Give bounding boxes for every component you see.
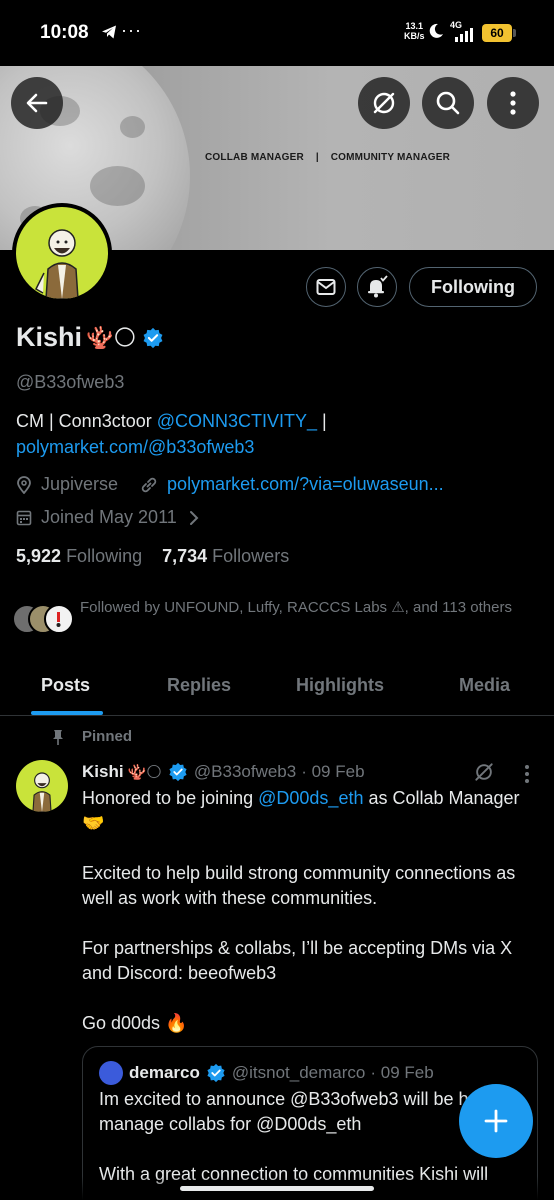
- verified-badge-icon: [169, 762, 187, 782]
- profile-stats: 5,922 Following 7,734 Followers: [16, 546, 289, 567]
- tab-replies[interactable]: Replies: [167, 675, 231, 696]
- verified-badge-icon: [207, 1063, 225, 1083]
- message-button[interactable]: [306, 267, 346, 307]
- following-count-link[interactable]: 5,922 Following: [16, 546, 142, 567]
- notifications-button[interactable]: [357, 267, 397, 307]
- profile-avatar[interactable]: [12, 203, 112, 303]
- followers-count-link[interactable]: 7,734 Followers: [162, 546, 289, 567]
- back-button[interactable]: [11, 77, 63, 129]
- net-speed: 13.1 KB/s: [404, 21, 425, 41]
- tab-media[interactable]: Media: [459, 675, 510, 696]
- profile-joined-row[interactable]: Joined May 2011: [16, 507, 199, 528]
- more-vertical-icon: [510, 91, 516, 115]
- quoted-author-name: demarco: [129, 1063, 200, 1082]
- more-options-button[interactable]: [487, 77, 539, 129]
- bio-website-link[interactable]: polymarket.com/@b33ofweb3: [16, 437, 254, 457]
- active-tab-indicator: [31, 711, 103, 715]
- search-button[interactable]: [422, 77, 474, 129]
- verified-badge-icon: [143, 327, 163, 348]
- post-body: Honored to be joining @D00ds_eth as Coll…: [82, 788, 520, 1033]
- mail-icon: [316, 279, 336, 295]
- follower-avatar-3: [44, 604, 74, 634]
- telegram-icon: [102, 25, 116, 39]
- signal-icon: [455, 28, 473, 42]
- bell-check-icon: [368, 275, 388, 298]
- profile-location: Jupiverse: [41, 474, 119, 494]
- post-author-name[interactable]: Kishi: [82, 762, 124, 782]
- followed-by-text[interactable]: Followed by UNFOUND, Luffy, RACCCS Labs …: [80, 597, 520, 619]
- pinned-label: Pinned: [82, 728, 133, 745]
- arrow-left-icon: [26, 93, 48, 113]
- battery-indicator: 60: [482, 24, 516, 42]
- post-header: Kishi 🪸🌕 @B33ofweb3 · 09 Feb: [82, 762, 365, 782]
- tab-posts[interactable]: Posts: [41, 675, 90, 696]
- quoted-post-time: · 09 Feb: [370, 1063, 434, 1082]
- profile-handle: @B33ofweb3: [16, 372, 125, 392]
- profile-tabs: Posts Replies Highlights Media: [0, 660, 554, 716]
- profile-meta-location-row: Jupiverse polymarket.com/?via=oluwaseun.…: [16, 474, 444, 495]
- bio-mention-link[interactable]: @CONN3CTIVITY_: [157, 411, 317, 431]
- link-icon: [141, 477, 157, 492]
- calendar-icon: [16, 510, 32, 526]
- grok-icon[interactable]: [472, 760, 496, 784]
- quoted-author-avatar: [99, 1061, 123, 1085]
- location-pin-icon: [17, 475, 31, 494]
- chevron-right-icon: [189, 510, 199, 525]
- status-more-icon: ···: [121, 20, 142, 40]
- do-not-disturb-icon: [429, 23, 443, 38]
- profile-name: Kishi 🪸🌕: [16, 322, 164, 353]
- tab-highlights[interactable]: Highlights: [296, 675, 384, 696]
- grok-button[interactable]: [358, 77, 410, 129]
- name-emojis: 🪸🌕: [86, 324, 137, 350]
- avatar-illustration: [35, 229, 79, 299]
- grok-icon: [373, 92, 395, 114]
- post-time: · 09 Feb: [301, 762, 365, 781]
- profile-website-link[interactable]: polymarket.com/?via=oluwaseun...: [167, 474, 444, 495]
- pin-icon: [53, 730, 63, 745]
- compose-post-button[interactable]: [459, 1084, 533, 1158]
- post-author-avatar[interactable]: [16, 760, 68, 812]
- following-button[interactable]: Following: [409, 267, 537, 307]
- post-more-icon[interactable]: [523, 764, 531, 784]
- quoted-author-handle: @itsnot_demarco: [231, 1063, 366, 1082]
- profile-bio: CM | Conn3ctoor @CONN3CTIVITY_ | polymar…: [16, 411, 327, 457]
- search-icon: [436, 91, 460, 115]
- home-indicator[interactable]: [180, 1186, 374, 1191]
- post-name-emojis: 🪸🌕: [127, 764, 162, 781]
- plus-icon: [484, 1109, 508, 1133]
- post-mention-link[interactable]: @D00ds_eth: [258, 788, 363, 808]
- quoted-post-header: demarco @itsnot_demarco · 09 Feb: [99, 1061, 434, 1085]
- banner-text: COLLAB MANAGER | COMMUNITY MANAGER: [205, 152, 451, 163]
- post-author-handle: @B33ofweb3: [193, 762, 297, 781]
- profile-joined-date: Joined May 2011: [41, 507, 177, 527]
- status-time: 10:08: [40, 22, 89, 43]
- status-bar: 10:08 ··· 13.1 KB/s 4G 60: [0, 0, 554, 66]
